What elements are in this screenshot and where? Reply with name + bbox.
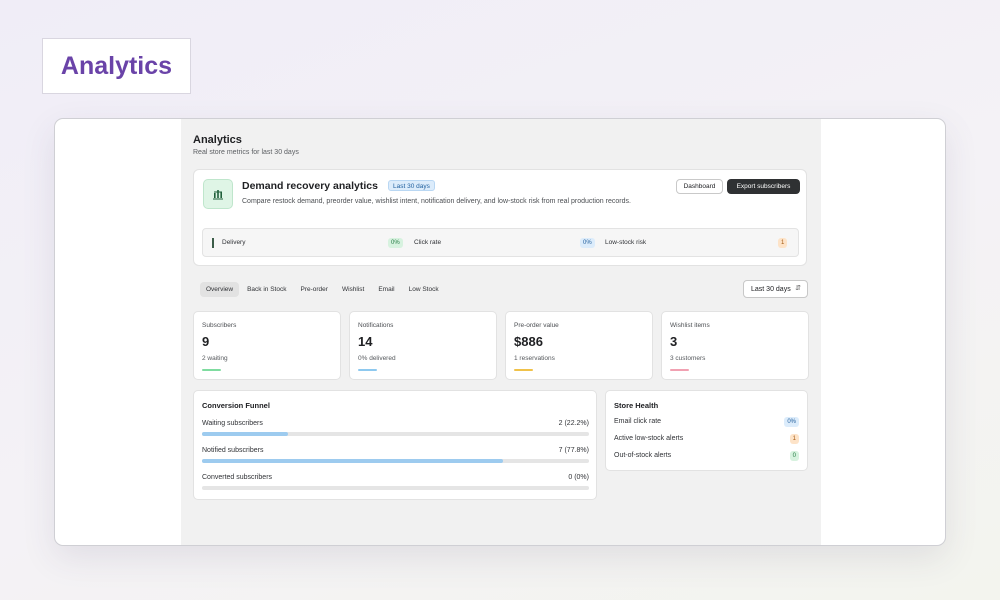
delivery-badge: 0% xyxy=(388,238,403,248)
app-window: Analytics Real store metrics for last 30… xyxy=(54,118,946,546)
bar-chart-icon xyxy=(203,179,233,209)
funnel-progress-fill xyxy=(202,459,504,463)
funnel-label: Notified subscribers xyxy=(202,447,264,454)
funnel-value: 7 (77.8%) xyxy=(558,447,589,454)
stat-card-subscribers: Subscribers 9 2 waiting xyxy=(193,311,341,380)
delivery-label: Delivery xyxy=(222,239,246,246)
stat-label: Pre-order value xyxy=(514,322,559,329)
tab-back-in-stock[interactable]: Back in Stock xyxy=(241,282,292,297)
page-subtitle: Real store metrics for last 30 days xyxy=(193,149,299,156)
stat-label: Notifications xyxy=(358,322,394,329)
low-stock-risk-label: Low-stock risk xyxy=(605,239,647,246)
dashboard-button[interactable]: Dashboard xyxy=(676,179,723,194)
funnel-track xyxy=(202,459,589,463)
tab-overview[interactable]: Overview xyxy=(200,282,240,297)
stat-sub: 0% delivered xyxy=(358,355,396,362)
stat-value: 3 xyxy=(670,334,678,349)
stat-card-pre-order-value: Pre-order value $886 1 reservations xyxy=(505,311,653,380)
tab-wishlist[interactable]: Wishlist xyxy=(336,282,370,297)
stat-accent-line xyxy=(202,369,221,371)
analytics-tabs: Overview Back in Stock Pre-order Wishlis… xyxy=(200,282,445,297)
health-label-email-click-rate: Email click rate xyxy=(614,418,662,425)
banner-description: Compare restock demand, preorder value, … xyxy=(242,198,631,205)
delivery-indicator xyxy=(212,238,214,248)
stat-value: $886 xyxy=(514,334,543,349)
date-range-value: Last 30 days xyxy=(751,285,791,293)
health-label-low-stock-alerts: Active low-stock alerts xyxy=(614,435,684,442)
conversion-funnel-card: Conversion Funnel Waiting subscribers 2 … xyxy=(193,390,597,500)
stat-accent-line xyxy=(514,369,533,371)
health-badge-email-click-rate: 0% xyxy=(784,417,799,427)
funnel-progress-fill xyxy=(202,432,288,436)
stat-accent-line xyxy=(670,369,689,371)
stat-label: Subscribers xyxy=(202,322,237,329)
stat-card-notifications: Notifications 14 0% delivered xyxy=(349,311,497,380)
health-badge-low-stock-alerts: 1 xyxy=(789,434,799,444)
click-rate-badge: 0% xyxy=(580,238,595,248)
health-badge-out-of-stock-alerts: 0 xyxy=(789,451,799,461)
date-range-badge: Last 30 days xyxy=(388,180,435,191)
stat-value: 14 xyxy=(358,334,373,349)
funnel-value: 2 (22.2%) xyxy=(558,420,589,427)
store-health-card: Store Health Email click rate 0% Active … xyxy=(605,390,808,471)
demand-recovery-card: Demand recovery analytics Last 30 days C… xyxy=(193,169,807,266)
stat-value: 9 xyxy=(202,334,210,349)
stat-label: Wishlist items xyxy=(670,322,710,329)
tab-email[interactable]: Email xyxy=(372,282,400,297)
funnel-track xyxy=(202,432,589,436)
analytics-page: Analytics Real store metrics for last 30… xyxy=(181,119,821,545)
stat-sub: 1 reservations xyxy=(514,355,555,362)
page-title: Analytics xyxy=(193,134,242,146)
tab-pre-order[interactable]: Pre-order xyxy=(294,282,333,297)
low-stock-risk-badge: 1 xyxy=(778,238,788,248)
hero-label-box: Analytics xyxy=(42,38,191,94)
funnel-track xyxy=(202,486,589,490)
banner-title: Demand recovery analytics xyxy=(242,180,378,192)
export-subscribers-button[interactable]: Export subscribers xyxy=(727,179,800,194)
store-health-title: Store Health xyxy=(614,401,659,410)
date-range-select[interactable]: Last 30 days ⇵ xyxy=(743,280,808,298)
stat-sub: 3 customers xyxy=(670,355,706,362)
funnel-label: Waiting subscribers xyxy=(202,420,263,427)
stat-accent-line xyxy=(358,369,377,371)
funnel-title: Conversion Funnel xyxy=(202,401,270,410)
stat-card-wishlist-items: Wishlist items 3 3 customers xyxy=(661,311,809,380)
funnel-label: Converted subscribers xyxy=(202,474,273,481)
tab-low-stock[interactable]: Low Stock xyxy=(403,282,445,297)
click-rate-label: Click rate xyxy=(414,239,442,246)
metrics-strip: Delivery 0% Click rate 0% Low-stock risk… xyxy=(202,228,799,257)
stat-sub: 2 waiting xyxy=(202,355,228,362)
funnel-value: 0 (0%) xyxy=(568,474,589,481)
hero-label: Analytics xyxy=(60,51,173,80)
chevron-updown-icon: ⇵ xyxy=(795,285,801,292)
health-label-out-of-stock-alerts: Out-of-stock alerts xyxy=(614,452,672,459)
